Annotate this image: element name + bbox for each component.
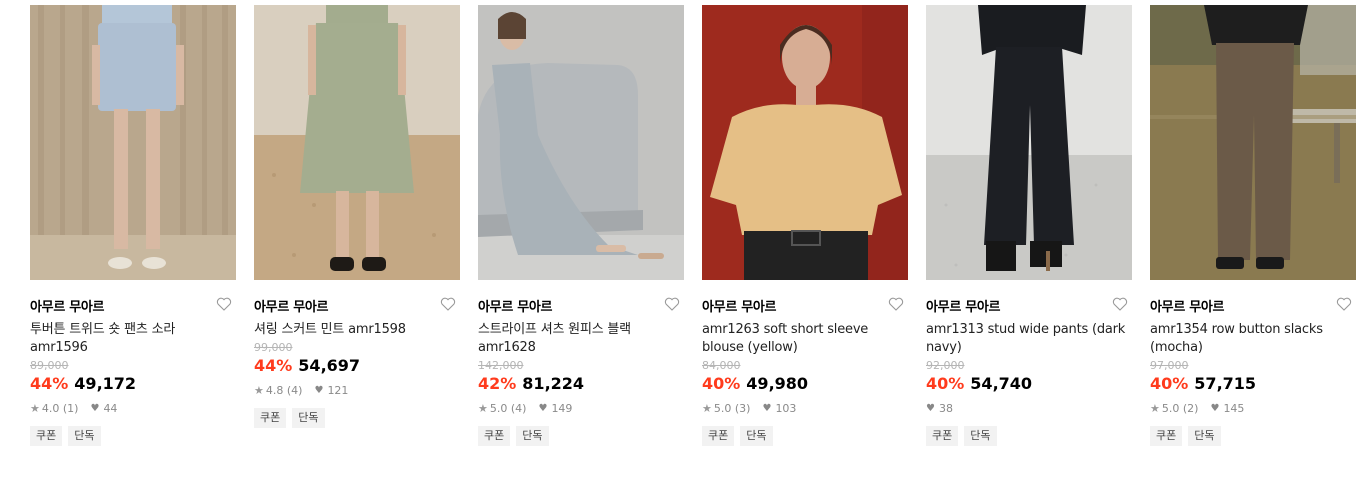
- discount-rate: 40%: [702, 374, 741, 393]
- like-count: 145: [1223, 402, 1245, 415]
- coupon-badge: 쿠폰: [30, 426, 63, 446]
- like-count: 44: [103, 402, 118, 415]
- heart-icon[interactable]: [216, 296, 234, 314]
- product-image[interactable]: [1150, 5, 1356, 280]
- original-price: 97,000: [1150, 359, 1189, 372]
- review-meta: ★ 5.0 (4) ♥ 149: [478, 401, 684, 417]
- product-card[interactable]: 아무르 무아르 amr1263 soft short sleeve blouse…: [702, 5, 908, 446]
- sale-price: 49,980: [746, 374, 809, 393]
- product-name[interactable]: amr1313 stud wide pants (dark navy): [926, 321, 1132, 357]
- brand-name[interactable]: 아무르 무아르: [1150, 300, 1224, 315]
- sale-price: 57,715: [1194, 374, 1257, 393]
- heart-icon[interactable]: [1112, 296, 1130, 314]
- original-price: 84,000: [702, 359, 741, 372]
- like-count: 121: [327, 384, 349, 397]
- review-meta: ★ 5.0 (2) ♥ 145: [1150, 401, 1356, 417]
- review-meta: ★ 5.0 (3) ♥ 103: [702, 401, 908, 417]
- sale-price: 49,172: [74, 374, 137, 393]
- brand-name[interactable]: 아무르 무아르: [702, 300, 776, 315]
- brand-name[interactable]: 아무르 무아르: [478, 300, 552, 315]
- heart-icon[interactable]: [1336, 296, 1354, 314]
- product-name[interactable]: amr1263 soft short sleeve blouse (yellow…: [702, 321, 908, 357]
- product-card[interactable]: 아무르 무아르 스트라이프 셔츠 원피스 블랙 amr1628 142,000 …: [478, 5, 684, 446]
- review-meta: ★ 4.8 (4) ♥ 121: [254, 383, 460, 399]
- sale-price: 54,697: [298, 356, 361, 375]
- like-count-heart-icon: ♥: [1210, 403, 1220, 414]
- coupon-badge: 쿠폰: [254, 408, 287, 428]
- discount-rate: 44%: [254, 356, 293, 375]
- coupon-badge: 쿠폰: [1150, 426, 1183, 446]
- product-grid: 아무르 무아르 투버튼 트위드 숏 팬츠 소라 amr1596 89,000 4…: [30, 5, 1356, 475]
- product-image[interactable]: [254, 5, 460, 280]
- star-icon: ★: [30, 402, 40, 415]
- rating: 5.0: [713, 402, 732, 415]
- product-card[interactable]: 아무르 무아르 amr1313 stud wide pants (dark na…: [926, 5, 1132, 446]
- product-image[interactable]: [702, 5, 908, 280]
- review-meta: ★ 4.0 (1) ♥ 44: [30, 401, 236, 417]
- like-count-heart-icon: ♥: [926, 403, 935, 414]
- original-price: 99,000: [254, 341, 293, 354]
- like-count: 149: [551, 402, 573, 415]
- sale-price: 54,740: [970, 374, 1033, 393]
- exclusive-badge: 단독: [740, 426, 773, 446]
- coupon-badge: 쿠폰: [926, 426, 959, 446]
- discount-rate: 44%: [30, 374, 69, 393]
- rating: 4.0: [41, 402, 60, 415]
- star-icon: ★: [254, 384, 264, 397]
- like-count: 103: [775, 402, 797, 415]
- heart-icon[interactable]: [664, 296, 682, 314]
- original-price: 142,000: [478, 359, 524, 372]
- star-icon: ★: [1150, 402, 1160, 415]
- review-count: (4): [286, 384, 303, 397]
- like-count: 38: [938, 402, 953, 415]
- product-name[interactable]: amr1354 row button slacks (mocha): [1150, 321, 1356, 357]
- like-count-heart-icon: ♥: [538, 403, 548, 414]
- coupon-badge: 쿠폰: [702, 426, 735, 446]
- exclusive-badge: 단독: [964, 426, 997, 446]
- exclusive-badge: 단독: [68, 426, 101, 446]
- heart-icon[interactable]: [888, 296, 906, 314]
- star-icon: ★: [702, 402, 712, 415]
- coupon-badge: 쿠폰: [478, 426, 511, 446]
- discount-rate: 40%: [1150, 374, 1189, 393]
- star-icon: ★: [478, 402, 488, 415]
- heart-icon[interactable]: [440, 296, 458, 314]
- brand-name[interactable]: 아무르 무아르: [30, 300, 104, 315]
- brand-name[interactable]: 아무르 무아르: [926, 300, 1000, 315]
- review-count: (4): [510, 402, 527, 415]
- product-name[interactable]: 투버튼 트위드 숏 팬츠 소라 amr1596: [30, 321, 236, 357]
- discount-rate: 40%: [926, 374, 965, 393]
- original-price: 89,000: [30, 359, 69, 372]
- exclusive-badge: 단독: [1188, 426, 1221, 446]
- like-count-heart-icon: ♥: [90, 403, 100, 414]
- brand-name[interactable]: 아무르 무아르: [254, 300, 328, 315]
- product-card[interactable]: 아무르 무아르 셔링 스커트 민트 amr1598 99,000 44% 54,6…: [254, 5, 460, 428]
- review-count: (2): [1182, 402, 1199, 415]
- product-image[interactable]: [926, 5, 1132, 280]
- review-meta: ♥ 38: [926, 401, 1132, 417]
- rating: 4.8: [265, 384, 284, 397]
- rating: 5.0: [1161, 402, 1180, 415]
- original-price: 92,000: [926, 359, 965, 372]
- product-name[interactable]: 스트라이프 셔츠 원피스 블랙 amr1628: [478, 321, 684, 357]
- rating: 5.0: [489, 402, 508, 415]
- exclusive-badge: 단독: [292, 408, 325, 428]
- product-card[interactable]: 아무르 무아르 amr1354 row button slacks (mocha…: [1150, 5, 1356, 446]
- review-count: (3): [734, 402, 751, 415]
- like-count-heart-icon: ♥: [314, 385, 324, 396]
- exclusive-badge: 단독: [516, 426, 549, 446]
- product-card[interactable]: 아무르 무아르 투버튼 트위드 숏 팬츠 소라 amr1596 89,000 4…: [30, 5, 236, 446]
- like-count-heart-icon: ♥: [762, 403, 772, 414]
- product-image[interactable]: [478, 5, 684, 280]
- product-name[interactable]: 셔링 스커트 민트 amr1598: [254, 321, 460, 339]
- discount-rate: 42%: [478, 374, 517, 393]
- sale-price: 81,224: [522, 374, 585, 393]
- review-count: (1): [62, 402, 79, 415]
- product-image[interactable]: [30, 5, 236, 280]
